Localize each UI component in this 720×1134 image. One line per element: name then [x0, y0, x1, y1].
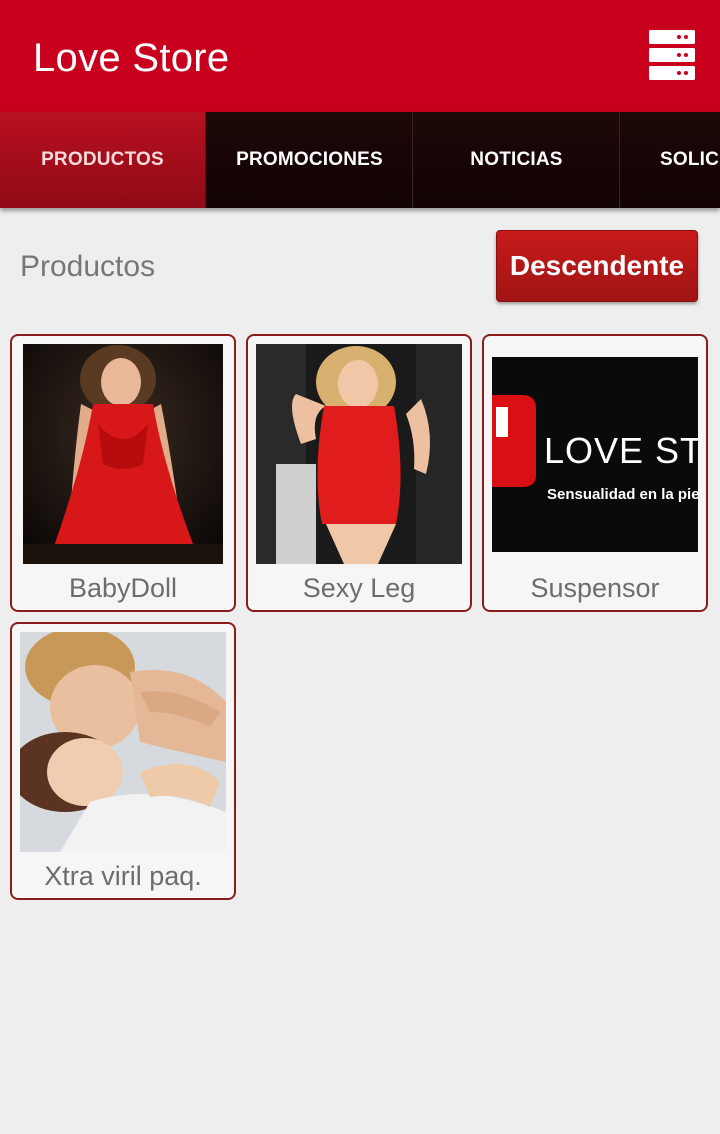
tab-noticias[interactable]: NOTICIAS — [414, 112, 620, 208]
tab-promociones[interactable]: PROMOCIONES — [207, 112, 413, 208]
product-name: BabyDoll — [68, 573, 178, 603]
logo-tagline: Sensualidad en la piel — [547, 486, 698, 503]
tab-solicitudes[interactable]: SOLICITUDES — [621, 112, 720, 208]
tab-bar: PRODUCTOS PROMOCIONES NOTICIAS SOLICITUD… — [0, 112, 720, 208]
product-name: Xtra viril paq. — [44, 861, 202, 891]
product-name: Suspensor — [530, 573, 660, 603]
app-title: Love Store — [33, 36, 230, 80]
product-card-sexy-leg[interactable]: Sexy Leg — [246, 334, 472, 612]
app-bar: Love Store — [0, 0, 720, 112]
love-store-logo: LOVE STO Sensualidad en la piel — [492, 357, 698, 552]
product-card-babydoll[interactable]: BabyDoll — [10, 334, 236, 612]
product-image — [256, 344, 462, 564]
product-image — [23, 344, 223, 564]
product-name: Sexy Leg — [302, 573, 416, 603]
logo-text: LOVE STO — [544, 430, 698, 471]
tab-productos[interactable]: PRODUCTOS — [0, 112, 206, 208]
product-image — [20, 632, 226, 852]
section-title: Productos — [20, 250, 156, 283]
sort-order-button[interactable]: Descendente — [496, 230, 698, 302]
product-card-xtra-viril[interactable]: Xtra viril paq. — [10, 622, 236, 900]
product-card-suspensor[interactable]: LOVE STO Sensualidad en la piel Suspenso… — [482, 334, 708, 612]
server-stack-icon[interactable] — [649, 30, 695, 80]
